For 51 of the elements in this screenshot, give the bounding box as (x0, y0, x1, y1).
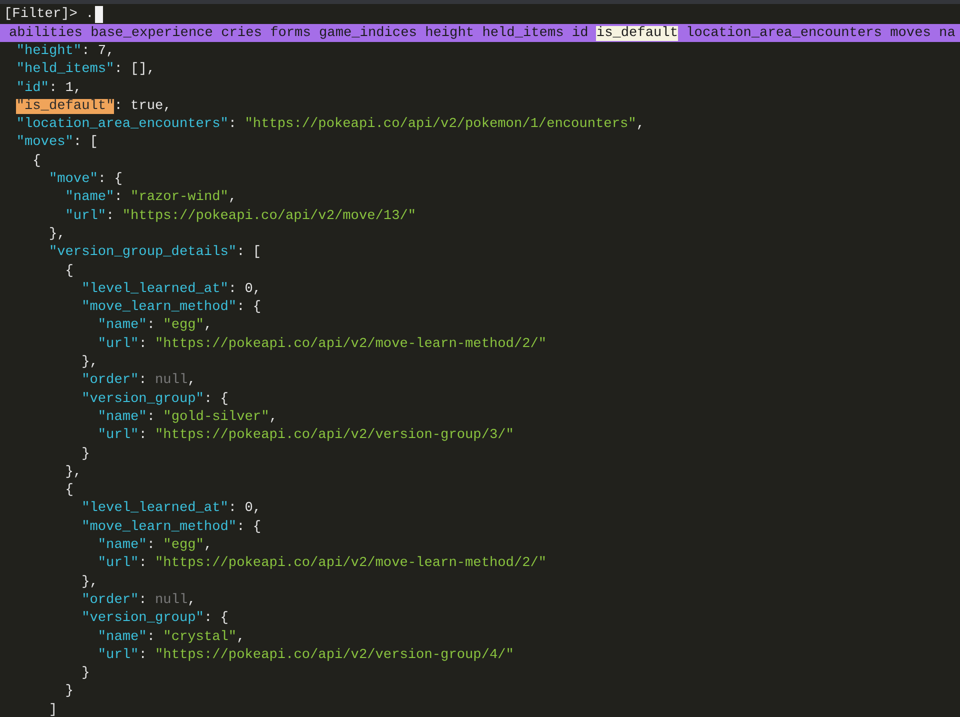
code-line: "location_area_encounters": "https://pokeapi.co/api/v2/pokemon/1/encounters", (15, 116, 646, 134)
completion-item[interactable]: height (425, 26, 474, 40)
code-line: "version_group": { (80, 390, 230, 409)
code-line: "url": "https://pokeapi.co/api/v2/move-learn-method/2/" (96, 555, 548, 574)
completion-item[interactable]: abilities (9, 26, 82, 40)
code-line: "name": "gold-silver", (96, 408, 278, 427)
code-line: "order": null, (80, 592, 197, 610)
code-line: "url": "https://pokeapi.co/api/v2/move/13/" (64, 208, 418, 226)
code-line: "move_learn_method": { (80, 299, 262, 318)
code-line: "name": "crystal", (96, 628, 246, 646)
code-line: { (64, 262, 74, 281)
completion-item[interactable]: na (939, 26, 956, 40)
filter-input[interactable]: . (86, 6, 94, 22)
code-line: "version_group": { (80, 610, 230, 628)
code-line: "moves": [ (15, 134, 99, 152)
code-line: { (32, 152, 42, 171)
completion-item[interactable]: game_indices (319, 26, 417, 40)
code-line: "name": "razor-wind", (64, 189, 238, 208)
code-line: "held_items": [], (15, 61, 156, 80)
code-line: "move": { (48, 171, 124, 190)
code-line: "url": "https://pokeapi.co/api/v2/version-group/4/" (96, 646, 515, 665)
code-line: "move_learn_method": { (80, 518, 262, 537)
completion-item[interactable]: held_items (482, 26, 564, 40)
completion-item[interactable]: moves (890, 26, 931, 40)
code-line: "version_group_details": [ (48, 244, 262, 262)
filter-prompt: [Filter]> (4, 6, 78, 22)
code-line: } (64, 683, 74, 702)
code-line: }, (80, 574, 99, 592)
code-line: } (80, 446, 91, 464)
text-cursor (94, 6, 103, 22)
code-line: } (80, 665, 91, 684)
code-line: "url": "https://pokeapi.co/api/v2/move-learn-method/2/" (96, 336, 548, 354)
code-line: "name": "egg", (96, 317, 214, 336)
code-line: }, (64, 464, 83, 482)
code-line: ] (48, 702, 58, 717)
code-line: "height": 7, (15, 43, 116, 61)
code-line: }, (48, 226, 66, 244)
code-line: "url": "https://pokeapi.co/api/v2/version-group/3/" (96, 427, 515, 446)
code-line: "level_learned_at": 0, (80, 280, 262, 299)
code-line: "name": "egg", (96, 537, 214, 556)
completion-item[interactable]: cries (221, 26, 262, 40)
code-line: }, (80, 354, 99, 372)
completion-item[interactable]: location_area_encounters (686, 26, 882, 40)
code-line: "level_learned_at": 0, (80, 500, 262, 518)
code-line: "id": 1, (15, 80, 83, 98)
completion-item[interactable]: is_default (596, 26, 678, 40)
completion-item[interactable]: forms (270, 26, 311, 40)
completion-item[interactable]: base_experience (90, 26, 213, 40)
code-line: "order": null, (80, 372, 197, 390)
code-line: { (64, 482, 74, 500)
completion-item[interactable]: id (572, 26, 588, 40)
